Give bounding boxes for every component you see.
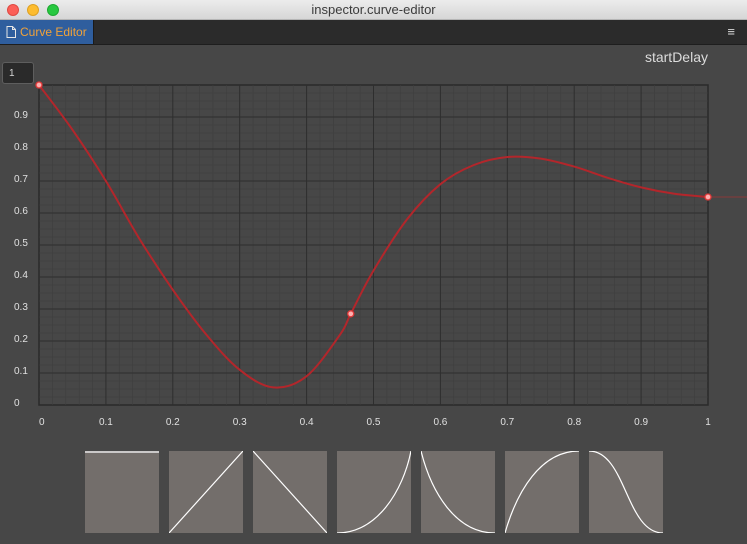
preset-ease-in-out-down[interactable] [589,451,663,533]
preset-ease-in-out-down-icon [589,451,663,533]
x-tick-label: 0.3 [233,417,247,428]
preset-ease-out-down[interactable] [421,451,495,533]
x-tick-label: 0.6 [433,417,447,428]
y-tick-label: 0.3 [14,302,28,313]
x-tick-label: 0.8 [567,417,581,428]
y-tick-label: 0.1 [14,366,28,377]
y-tick-label: 0.6 [14,206,28,217]
x-tick-label: 0.4 [300,417,314,428]
x-tick-label: 0.2 [166,417,180,428]
preset-constant-icon [85,451,159,453]
keyframe-handle[interactable] [35,81,43,89]
preset-linear[interactable] [169,451,243,533]
preset-ease-in-icon [337,451,411,533]
preset-ease-out-icon [505,451,579,533]
x-tick-label: 0.9 [634,417,648,428]
preset-linear-icon [169,451,243,533]
preset-ease-out-down-icon [421,451,495,533]
y-tick-label: 0.9 [14,110,28,121]
preset-ease-out[interactable] [505,451,579,533]
preset-linear-down[interactable] [253,451,327,533]
preset-linear-down-icon [253,451,327,533]
y-tick-label: 0.7 [14,174,28,185]
x-tick-label: 0.5 [367,417,381,428]
y-tick-label: 0 [14,398,20,409]
max-value-input[interactable] [2,62,34,84]
keyframe-handle[interactable] [704,193,712,201]
preset-ease-in[interactable] [337,451,411,533]
y-tick-label: 0.5 [14,238,28,249]
x-tick-label: 0.7 [500,417,514,428]
preset-constant[interactable] [85,451,159,533]
y-tick-label: 0.8 [14,142,28,153]
curve-graph[interactable]: 0 0.1 0.2 0.3 0.4 0.5 0.6 0.7 0.8 0.9 1 0 0.1 0.2 0.3 0… [0,0,747,440]
x-tick-label: 0 [39,417,45,428]
x-tick-label: 0.1 [99,417,113,428]
y-tick-label: 0.2 [14,334,28,345]
y-tick-label: 0.4 [14,270,28,281]
keyframe-handle[interactable] [347,310,355,318]
x-tick-label: 1 [705,417,711,428]
